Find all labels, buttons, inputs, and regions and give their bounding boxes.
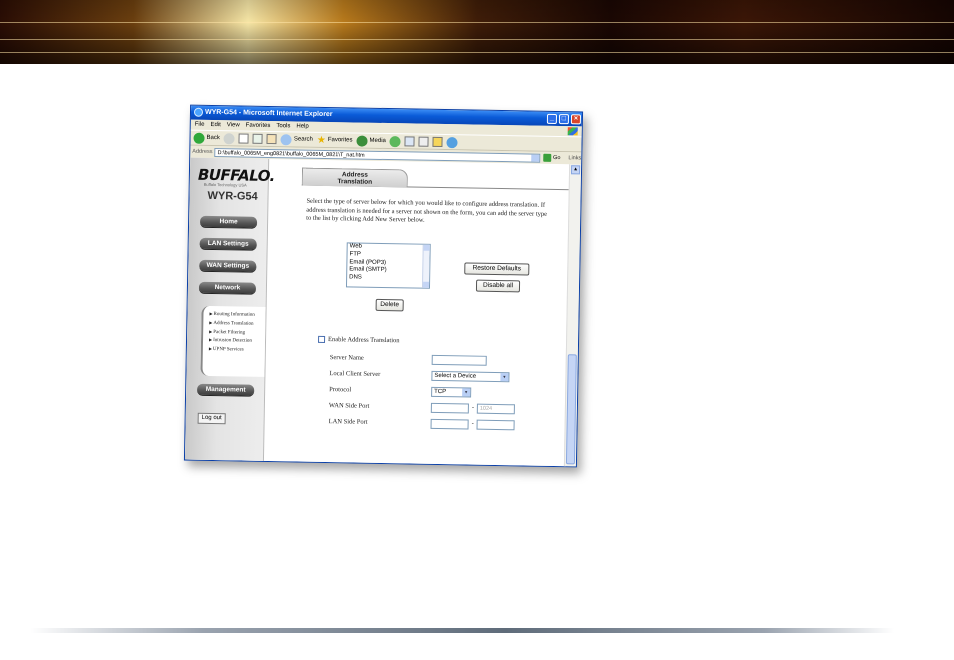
- nav-management-button[interactable]: Management: [197, 383, 255, 396]
- star-icon: ★: [316, 134, 326, 146]
- banner-line: [0, 39, 954, 40]
- page-description: Select the type of server below for whic…: [306, 197, 548, 224]
- media-button[interactable]: Media: [356, 135, 386, 147]
- favorites-label: Favorites: [327, 137, 353, 144]
- server-name-label: Server Name: [329, 354, 364, 362]
- back-label: Back: [206, 134, 220, 142]
- network-subnav: Routing Information Address Translation …: [200, 305, 266, 377]
- mail-icon[interactable]: [404, 136, 415, 147]
- go-button[interactable]: Go: [553, 155, 560, 161]
- local-client-server-value: Select a Device: [434, 372, 477, 380]
- media-icon: [356, 135, 368, 147]
- search-icon: [280, 133, 292, 145]
- favorites-button[interactable]: ★ Favorites: [317, 134, 353, 146]
- minimize-icon[interactable]: _: [546, 113, 558, 125]
- search-button[interactable]: Search: [280, 133, 313, 146]
- chevron-down-icon: ▼: [462, 388, 471, 397]
- print-icon[interactable]: [418, 136, 429, 147]
- router-sidebar: BUFFALO. Buffalo Technology USA WYR-G54 …: [184, 157, 275, 463]
- subnav-address-translation[interactable]: Address Translation: [209, 319, 265, 329]
- menu-tools[interactable]: Tools: [276, 121, 290, 131]
- menu-view[interactable]: View: [227, 120, 240, 130]
- messenger-icon[interactable]: [446, 136, 458, 148]
- disable-all-button[interactable]: Disable all: [475, 279, 521, 293]
- internet-explorer-icon: [193, 107, 204, 117]
- enable-address-translation-checkbox[interactable]: [317, 335, 326, 343]
- wan-port-start-input[interactable]: [430, 402, 469, 414]
- tab-label-line2: Translation: [337, 178, 373, 186]
- address-label: Address: [192, 148, 213, 155]
- list-item[interactable]: DNS: [349, 275, 429, 284]
- browser-window: WYR-G54 - Microsoft Internet Explorer _ …: [183, 104, 584, 468]
- logo-subtitle: Buffalo Technology USA: [203, 181, 247, 188]
- edit-icon[interactable]: [432, 136, 443, 148]
- server-name-input[interactable]: [431, 354, 487, 366]
- address-value: D:\buffalo_0065M_eng0821\buffalo_0065M_0…: [217, 149, 365, 159]
- home-icon[interactable]: [266, 133, 277, 145]
- forward-arrow-icon[interactable]: [223, 132, 235, 144]
- back-button[interactable]: Back: [193, 132, 220, 144]
- nav-wan-settings-button[interactable]: WAN Settings: [199, 259, 257, 272]
- tab-address-translation[interactable]: Address Translation: [301, 167, 409, 188]
- enable-address-translation-row: Enable Address Translation: [317, 335, 400, 345]
- lan-port-start-input[interactable]: [430, 418, 469, 430]
- chevron-down-icon: ▼: [500, 373, 509, 382]
- windows-flag-icon: [567, 127, 578, 136]
- menu-file[interactable]: File: [195, 120, 205, 130]
- server-type-list[interactable]: Web FTP Email (POP3) Email (SMTP) DNS: [345, 242, 431, 289]
- history-icon[interactable]: [389, 135, 401, 147]
- nav-network-button[interactable]: Network: [198, 281, 257, 294]
- local-client-server-label: Local Client Server: [329, 370, 381, 378]
- footer-rule: [30, 628, 894, 633]
- port-range-dash: -: [471, 420, 474, 428]
- maximize-icon[interactable]: □: [558, 114, 570, 125]
- window-title: WYR-G54 - Microsoft Internet Explorer: [204, 108, 333, 119]
- enable-address-translation-label: Enable Address Translation: [327, 336, 400, 345]
- subnav-upnp-services[interactable]: UPNP Services: [209, 345, 265, 355]
- logout-button[interactable]: Log out: [197, 412, 226, 425]
- go-arrow-icon[interactable]: [543, 153, 552, 162]
- banner-line: [0, 52, 954, 53]
- restore-defaults-button[interactable]: Restore Defaults: [464, 262, 530, 276]
- stop-icon[interactable]: [238, 133, 249, 144]
- links-button[interactable]: Links: [568, 155, 581, 161]
- protocol-select[interactable]: TCP ▼: [431, 386, 472, 398]
- model-name: WYR-G54: [207, 189, 258, 203]
- delete-button[interactable]: Delete: [375, 298, 404, 312]
- nav-home-button[interactable]: Home: [200, 215, 258, 228]
- lan-port-end-input[interactable]: [476, 419, 515, 431]
- wan-side-port-label: WAN Side Port: [328, 402, 370, 410]
- scroll-thumb[interactable]: [565, 354, 577, 465]
- chevron-down-icon[interactable]: [531, 154, 540, 162]
- local-client-server-select[interactable]: Select a Device ▼: [431, 370, 510, 383]
- web-page: BUFFALO. Buffalo Technology USA WYR-G54 …: [184, 157, 573, 468]
- media-label: Media: [369, 137, 386, 145]
- wan-port-end-input[interactable]: 1024: [476, 403, 515, 415]
- banner-line: [0, 22, 954, 23]
- refresh-icon[interactable]: [252, 133, 263, 144]
- list-scrollbar[interactable]: [421, 244, 430, 288]
- wan-port-end-placeholder: 1024: [479, 405, 493, 412]
- menu-edit[interactable]: Edit: [210, 120, 221, 130]
- nav-lan-settings-button[interactable]: LAN Settings: [199, 237, 257, 250]
- close-icon[interactable]: ×: [570, 114, 582, 125]
- tab-row: Address Translation: [301, 167, 573, 191]
- protocol-label: Protocol: [329, 386, 352, 394]
- scroll-up-icon[interactable]: ▲: [570, 165, 581, 175]
- menu-favorites[interactable]: Favorites: [246, 121, 271, 131]
- menu-help[interactable]: Help: [296, 121, 309, 131]
- port-range-dash: -: [471, 404, 475, 412]
- back-arrow-icon: [193, 132, 205, 144]
- protocol-value: TCP: [434, 388, 447, 396]
- lan-side-port-label: LAN Side Port: [328, 418, 368, 426]
- header-banner-shade: [0, 0, 954, 64]
- search-label: Search: [293, 136, 313, 143]
